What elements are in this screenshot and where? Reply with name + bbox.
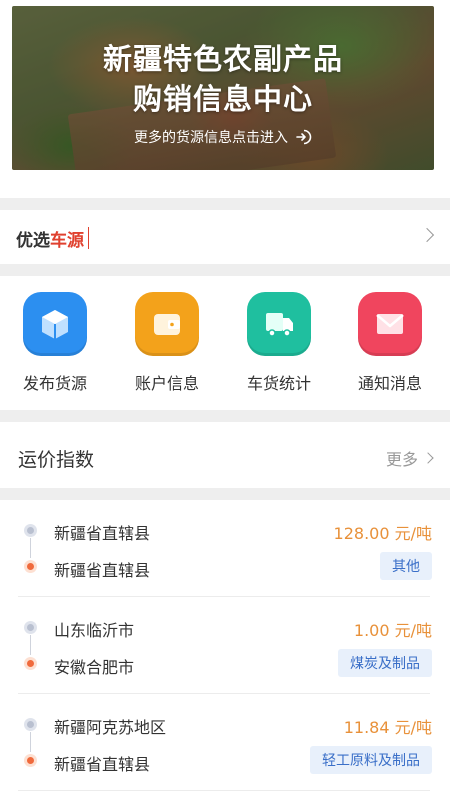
route-price: 1.00 元/吨 xyxy=(353,621,432,640)
row-divider xyxy=(18,790,430,791)
origin-dot-icon xyxy=(24,524,37,537)
route-price: 11.84 元/吨 xyxy=(343,718,432,737)
featured-title: 优选车源 xyxy=(16,226,84,251)
route-connector xyxy=(30,635,31,655)
mail-icon xyxy=(358,292,422,356)
action-account-info[interactable]: 账户信息 xyxy=(117,292,217,394)
featured-title-bar xyxy=(88,227,89,249)
section-divider xyxy=(0,264,450,276)
section-divider xyxy=(0,410,450,422)
destination-dot-icon xyxy=(24,754,37,767)
chevron-right-icon xyxy=(422,452,434,464)
cargo-category-badge: 其他 xyxy=(380,552,432,580)
destination-dot-icon xyxy=(24,560,37,573)
banner-title-line2: 购销信息中心 xyxy=(132,82,313,116)
banner[interactable]: 新疆特色农副产品 购销信息中心 更多的货源信息点击进入 xyxy=(12,6,434,170)
chevron-right-icon xyxy=(419,227,435,243)
origin-city: 山东临沂市 xyxy=(54,621,135,640)
featured-vehicles-row[interactable]: 优选车源 xyxy=(0,212,450,264)
list-item[interactable]: 新疆省直辖县 新疆省直辖县 128.00 元/吨 其他 xyxy=(0,500,450,596)
more-link[interactable]: 更多 xyxy=(385,446,434,470)
action-vehicle-cargo-stats[interactable]: 车货统计 xyxy=(229,292,329,394)
destination-city: 新疆省直辖县 xyxy=(54,561,151,580)
list-item[interactable]: 山东临沂市 安徽合肥市 1.00 元/吨 煤炭及制品 xyxy=(0,597,450,693)
banner-subtitle[interactable]: 更多的货源信息点击进入 xyxy=(12,127,434,147)
route-connector xyxy=(30,538,31,558)
list-item[interactable]: 新疆阿克苏地区 新疆省直辖县 11.84 元/吨 轻工原料及制品 xyxy=(0,694,450,790)
featured-title-part1: 优选 xyxy=(16,230,50,251)
more-link-label: 更多 xyxy=(385,450,418,469)
cargo-category-badge: 煤炭及制品 xyxy=(338,649,432,677)
banner-subtitle-text: 更多的货源信息点击进入 xyxy=(134,130,288,146)
action-label: 账户信息 xyxy=(134,374,199,393)
cube-icon xyxy=(23,292,87,356)
action-notifications[interactable]: 通知消息 xyxy=(340,292,440,394)
freight-index-title: 运价指数 xyxy=(18,448,95,471)
freight-index-header: 运价指数 更多 xyxy=(0,432,450,484)
destination-dot-icon xyxy=(24,657,37,670)
action-label: 通知消息 xyxy=(357,374,422,393)
truck-icon xyxy=(247,292,311,356)
destination-city: 安徽合肥市 xyxy=(54,658,135,677)
banner-title-line1: 新疆特色农副产品 xyxy=(102,42,343,76)
enter-icon xyxy=(294,128,312,146)
route-connector xyxy=(30,732,31,752)
origin-city: 新疆省直辖县 xyxy=(54,524,151,543)
action-label: 发布货源 xyxy=(22,374,87,393)
destination-city: 新疆省直辖县 xyxy=(54,755,151,774)
route-price: 128.00 元/吨 xyxy=(333,524,432,543)
wallet-icon xyxy=(135,292,199,356)
action-label: 车货统计 xyxy=(246,374,311,393)
action-publish-cargo[interactable]: 发布货源 xyxy=(5,292,105,394)
origin-dot-icon xyxy=(24,718,37,731)
origin-dot-icon xyxy=(24,621,37,634)
quick-actions: 发布货源 账户信息 车货统计 通知消息 xyxy=(0,278,450,406)
featured-title-part2: 车源 xyxy=(50,230,84,251)
section-divider xyxy=(0,488,450,500)
origin-city: 新疆阿克苏地区 xyxy=(54,718,167,737)
cargo-category-badge: 轻工原料及制品 xyxy=(310,746,432,774)
section-divider xyxy=(0,198,450,210)
